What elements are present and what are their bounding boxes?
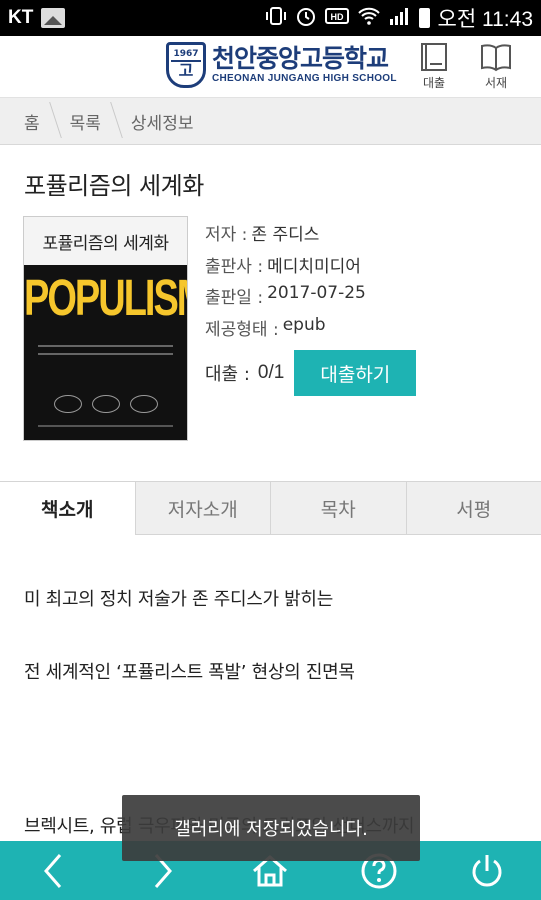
toast-message: 갤러리에 저장되었습니다. bbox=[122, 795, 420, 861]
format-row: 제공형태 : epub bbox=[205, 315, 366, 347]
loan-label: 대출 bbox=[422, 76, 446, 90]
author-row: 저자 : 존 주디스 bbox=[205, 220, 366, 252]
loan-button[interactable]: 대출 bbox=[410, 42, 458, 91]
tab-book-intro[interactable]: 책소개 bbox=[0, 482, 135, 535]
intro-line: 전 세계적인 ‘포퓰리스트 폭발’ 현상의 진면목 bbox=[24, 662, 355, 683]
intro-line: 미 최고의 정치 저술가 존 주디스가 밝히는 bbox=[24, 589, 333, 610]
signal-icon bbox=[389, 6, 411, 30]
breadcrumb: 홈 목록 상세정보 bbox=[0, 98, 541, 145]
breadcrumb-list[interactable]: 목록 bbox=[56, 98, 117, 144]
pubdate-value: 2017-07-25 bbox=[267, 283, 366, 303]
cover-subtitle-line bbox=[38, 345, 173, 347]
breadcrumb-home[interactable]: 홈 bbox=[0, 98, 56, 144]
back-button[interactable] bbox=[24, 846, 84, 896]
format-label: 제공형태 : bbox=[205, 319, 279, 340]
loan-status-label: 대출 : bbox=[205, 364, 250, 385]
back-icon bbox=[44, 853, 62, 888]
author-label: 저자 : bbox=[205, 225, 248, 245]
school-emblem-icon: 1967 고 bbox=[166, 42, 206, 88]
cover-word: POPULISM bbox=[24, 270, 187, 327]
status-bar: KT HD 오전 11:43 bbox=[0, 0, 541, 36]
app-header: 1967 고 천안중앙고등학교 CHEONAN JUNGANG HIGH SCH… bbox=[0, 36, 541, 98]
publisher-row: 출판사 : 메디치미디어 bbox=[205, 252, 366, 284]
tab-contents[interactable]: 목차 bbox=[270, 482, 406, 534]
cover-footer-line bbox=[38, 425, 173, 427]
open-book-icon bbox=[481, 44, 511, 72]
book-info: 저자 : 존 주디스 출판사 : 메디치미디어 출판일 : 2017-07-25… bbox=[205, 220, 366, 346]
page-title: 포퓰리즘의 세계화 bbox=[24, 172, 204, 200]
shelf-button[interactable]: 서재 bbox=[472, 42, 520, 91]
breadcrumb-detail: 상세정보 bbox=[130, 113, 194, 134]
author-value: 존 주디스 bbox=[251, 225, 320, 245]
borrow-button[interactable]: 대출하기 bbox=[294, 350, 417, 396]
battery-icon bbox=[418, 8, 430, 28]
format-value: epub bbox=[282, 314, 326, 335]
cover-title: 포퓰리즘의 세계화 bbox=[24, 217, 187, 265]
gallery-notification-icon bbox=[41, 8, 66, 28]
pubdate-label: 출판일 : bbox=[205, 288, 264, 308]
shelf-label: 서재 bbox=[484, 76, 508, 90]
cover-subtitle-line bbox=[38, 353, 173, 355]
svg-text:HD: HD bbox=[330, 12, 343, 22]
status-time: 오전 11:43 bbox=[437, 8, 533, 31]
publisher-label: 출판사 : bbox=[205, 256, 264, 277]
cover-badges bbox=[24, 395, 187, 413]
power-button[interactable] bbox=[457, 846, 517, 896]
book-icon bbox=[421, 43, 447, 71]
school-name-ko: 천안중앙고등학교 bbox=[212, 44, 389, 74]
hd-icon: HD bbox=[324, 6, 349, 30]
alarm-icon bbox=[295, 5, 317, 31]
publisher-value: 메디치미디어 bbox=[267, 256, 361, 277]
pubdate-row: 출판일 : 2017-07-25 bbox=[205, 283, 366, 315]
detail-tabs: 책소개 저자소개 목차 서평 bbox=[0, 481, 541, 535]
tab-author-intro[interactable]: 저자소개 bbox=[134, 482, 270, 534]
book-cover[interactable]: 포퓰리즘의 세계화 POPULISM bbox=[23, 216, 188, 441]
loan-row: 대출 : 0/1 대출하기 bbox=[205, 350, 417, 396]
wifi-icon bbox=[357, 6, 381, 30]
carrier-label: KT bbox=[8, 7, 34, 28]
tab-review[interactable]: 서평 bbox=[405, 482, 541, 534]
loan-count: 0/1 bbox=[257, 362, 285, 383]
vibrate-icon bbox=[265, 6, 287, 30]
school-logo[interactable]: 1967 고 천안중앙고등학교 CHEONAN JUNGANG HIGH SCH… bbox=[166, 42, 397, 88]
school-name-en: CHEONAN JUNGANG HIGH SCHOOL bbox=[212, 72, 397, 84]
power-icon bbox=[472, 854, 502, 886]
